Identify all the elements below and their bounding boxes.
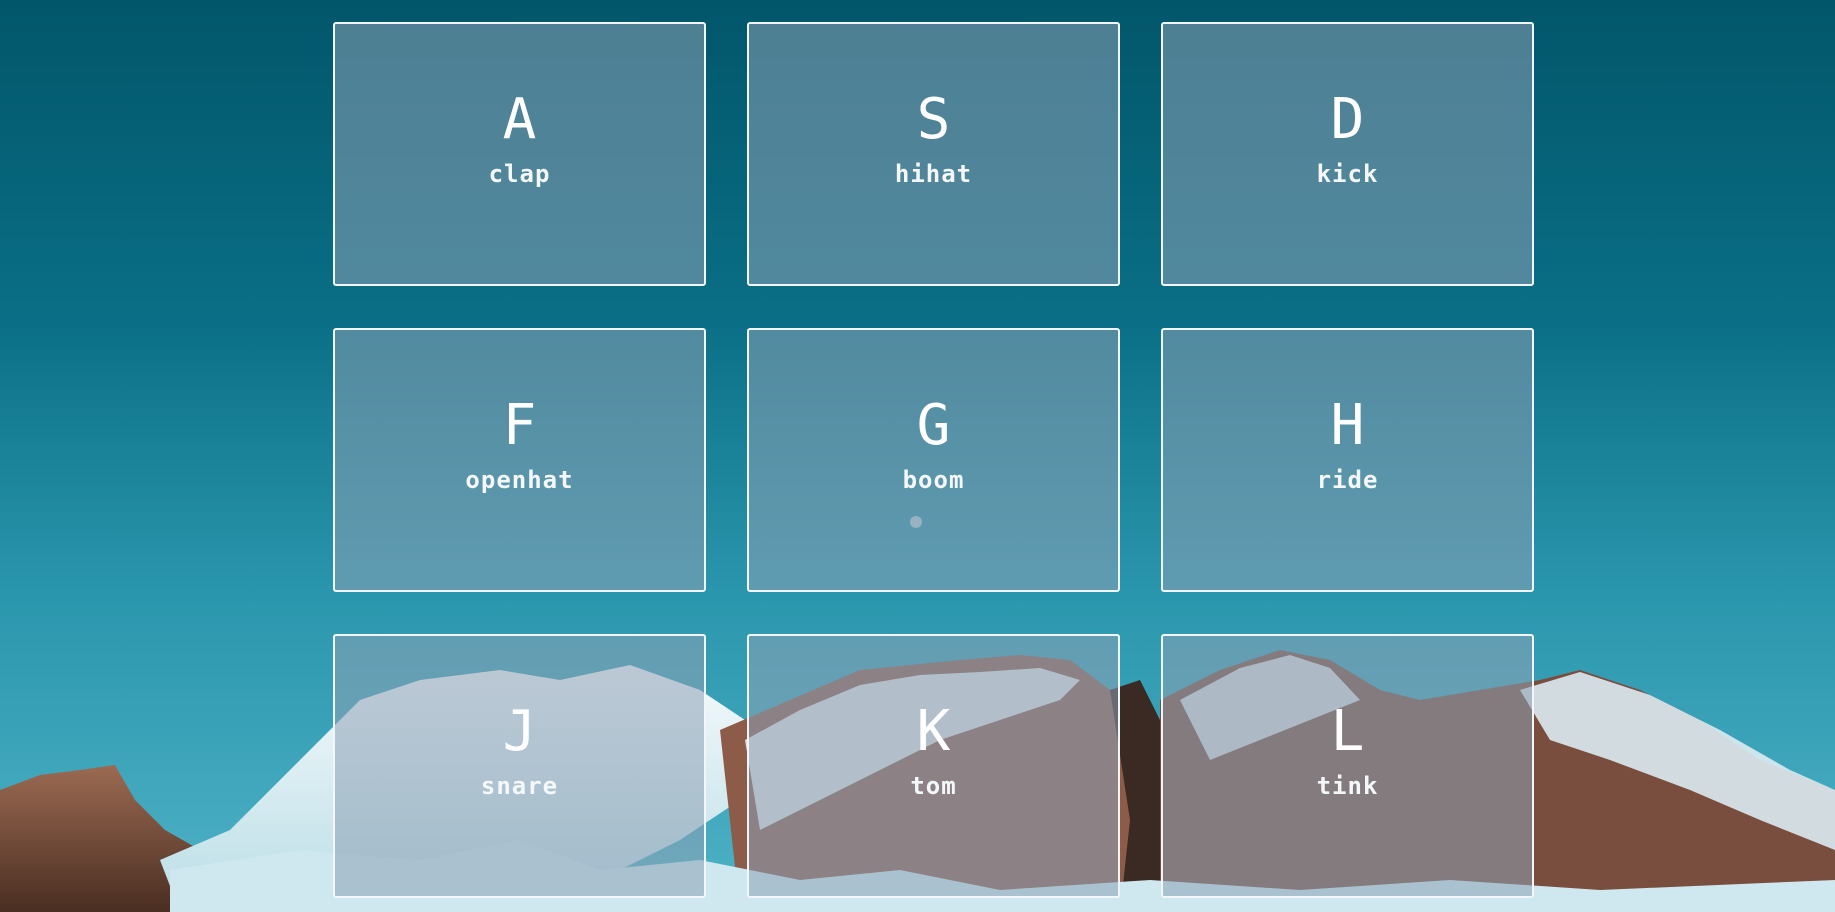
- pad-key-label: F: [502, 393, 537, 458]
- pad-key-label: A: [502, 87, 537, 152]
- pad-sound-label: boom: [902, 466, 965, 494]
- pad-sound-label: tom: [910, 772, 957, 800]
- pad-key-label: K: [916, 699, 951, 764]
- pad-boom[interactable]: G boom: [747, 328, 1120, 592]
- pad-sound-label: kick: [1316, 160, 1379, 188]
- pad-key-label: L: [1330, 699, 1365, 764]
- pad-sound-label: tink: [1316, 772, 1379, 800]
- pad-sound-label: ride: [1316, 466, 1379, 494]
- pad-openhat[interactable]: F openhat: [333, 328, 706, 592]
- pad-key-label: J: [502, 699, 537, 764]
- pad-snare[interactable]: J snare: [333, 634, 706, 898]
- pad-hihat[interactable]: S hihat: [747, 22, 1120, 286]
- pad-sound-label: clap: [488, 160, 551, 188]
- pad-sound-label: openhat: [465, 466, 574, 494]
- pad-ride[interactable]: H ride: [1161, 328, 1534, 592]
- pad-clap[interactable]: A clap: [333, 22, 706, 286]
- drum-pad-grid: A clap S hihat D kick F openhat G boom H…: [333, 22, 1534, 898]
- pad-tom[interactable]: K tom: [747, 634, 1120, 898]
- pad-key-label: D: [1330, 87, 1365, 152]
- pad-tink[interactable]: L tink: [1161, 634, 1534, 898]
- pad-key-label: S: [916, 87, 951, 152]
- pad-sound-label: hihat: [894, 160, 973, 188]
- pad-key-label: G: [916, 393, 951, 458]
- pad-key-label: H: [1330, 393, 1365, 458]
- pad-kick[interactable]: D kick: [1161, 22, 1534, 286]
- pad-sound-label: snare: [480, 772, 559, 800]
